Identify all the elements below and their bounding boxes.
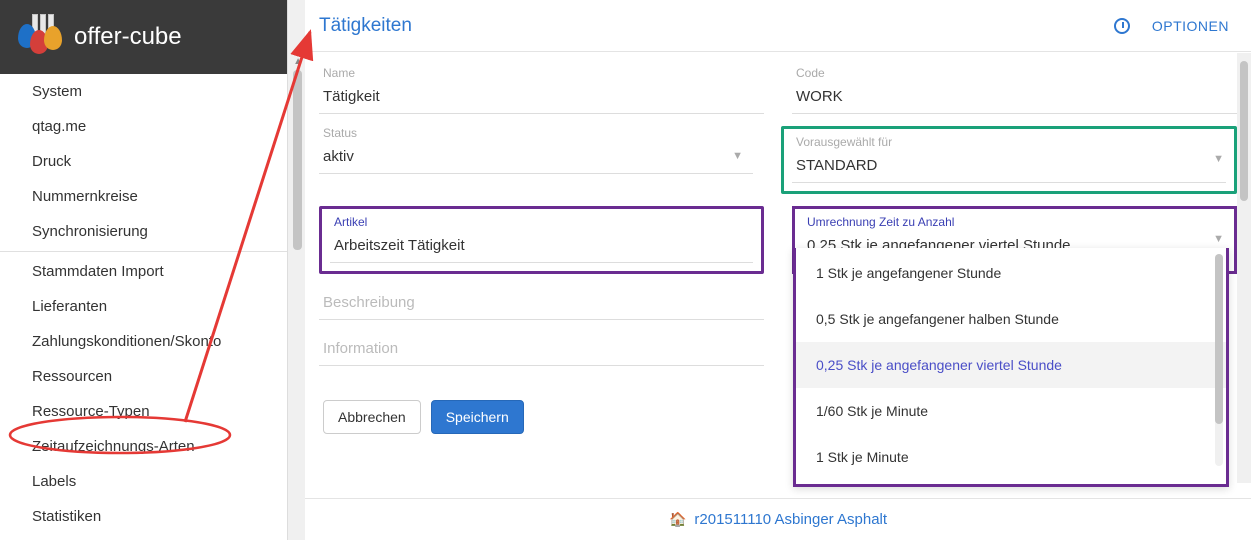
field-status: Status ▼ — [319, 126, 753, 194]
code-label: Code — [792, 66, 1237, 80]
dropdown-option[interactable]: 1/60 Stk je Minute — [796, 388, 1226, 434]
dropdown-option-label: 0,25 Stk je angefangener viertel Stunde — [816, 357, 1062, 373]
clock-icon[interactable] — [1114, 18, 1130, 34]
footer-bar[interactable]: 🏠 r201511110 Asbinger Asphalt — [305, 498, 1251, 540]
name-label: Name — [319, 66, 764, 80]
sidebar-divider — [0, 251, 287, 252]
sidebar-item-label: Nummernkreise — [32, 188, 138, 205]
form-area: Name Code Status ▼ Vorausgewählt für — [305, 52, 1251, 498]
preselect-label: Vorausgewählt für — [792, 135, 1226, 149]
sidebar-item-synchronisierung[interactable]: Synchronisierung — [0, 214, 287, 249]
sidebar-item-qtag[interactable]: qtag.me — [0, 109, 287, 144]
sidebar-item-system[interactable]: System — [0, 74, 287, 109]
main-header: Tätigkeiten OPTIONEN — [305, 0, 1251, 52]
app-header: offer-cube — [0, 0, 287, 74]
sidebar: offer-cube System qtag.me Druck Nummernk… — [0, 0, 288, 540]
field-article: Artikel — [319, 206, 764, 274]
description-input[interactable] — [319, 290, 764, 320]
name-input[interactable] — [319, 84, 764, 114]
sidebar-item-stammdaten[interactable]: Stammdaten Import — [0, 254, 287, 289]
options-button[interactable]: OPTIONEN — [1152, 18, 1229, 34]
sidebar-item-label: Labels — [32, 473, 76, 490]
sidebar-item-label: Zeitaufzeichnungs-Arten — [32, 438, 195, 455]
field-preselect: Vorausgewählt für ▼ — [781, 126, 1237, 194]
dropdown-option-label: 1 Stk je angefangener Stunde — [816, 265, 1001, 281]
sidebar-item-label: Druck — [32, 153, 71, 170]
footer-text: r201511110 Asbinger Asphalt — [694, 511, 887, 528]
sidebar-item-label: Statistiken — [32, 508, 101, 525]
status-select[interactable] — [319, 144, 753, 174]
sidebar-item-label: Synchronisierung — [32, 223, 148, 240]
conversion-dropdown[interactable]: 1 Stk je angefangener Stunde 0,5 Stk je … — [793, 248, 1229, 487]
preselect-select[interactable] — [792, 153, 1226, 183]
sidebar-item-ressource-typen[interactable]: Ressource-Typen — [0, 394, 287, 429]
sidebar-item-nummernkreise[interactable]: Nummernkreise — [0, 179, 287, 214]
dropdown-option[interactable]: 1 Stk je Minute — [796, 434, 1226, 480]
sidebar-list[interactable]: System qtag.me Druck Nummernkreise Synch… — [0, 74, 287, 540]
main-panel: Tätigkeiten OPTIONEN Name Code — [305, 0, 1251, 540]
main-scrollbar[interactable] — [1237, 53, 1251, 483]
field-description — [319, 290, 764, 320]
dropdown-option-selected[interactable]: 0,25 Stk je angefangener viertel Stunde — [796, 342, 1226, 388]
status-label: Status — [319, 126, 753, 140]
save-button[interactable]: Speichern — [431, 400, 524, 434]
page-title: Tätigkeiten — [319, 15, 412, 37]
conversion-label: Umrechnung Zeit zu Anzahl — [803, 215, 1226, 229]
sidebar-item-statistiken[interactable]: Statistiken — [0, 499, 287, 534]
sidebar-item-ressourcen[interactable]: Ressourcen — [0, 359, 287, 394]
sidebar-item-label: Stammdaten Import — [32, 263, 164, 280]
app-logo — [18, 14, 64, 60]
app-name: offer-cube — [74, 23, 182, 51]
mid-gutter-scrollbar[interactable] — [288, 0, 305, 540]
home-icon: 🏠 — [669, 511, 686, 528]
code-input[interactable] — [792, 84, 1237, 114]
dropdown-option-label: 1/60 Stk je Minute — [816, 403, 928, 419]
article-input[interactable] — [330, 233, 753, 263]
cancel-button[interactable]: Abbrechen — [323, 400, 421, 434]
sidebar-item-label: Zahlungskonditionen/Skonto — [32, 333, 221, 350]
information-input[interactable] — [319, 336, 764, 366]
field-information — [319, 336, 764, 366]
sidebar-item-label: qtag.me — [32, 118, 86, 135]
article-label: Artikel — [330, 215, 753, 229]
dropdown-scrollbar-thumb[interactable] — [1215, 254, 1223, 424]
dropdown-option[interactable]: 1 Stk je angefangener Stunde — [796, 250, 1226, 296]
dropdown-option[interactable]: 0,5 Stk je angefangener halben Stunde — [796, 296, 1226, 342]
sidebar-item-label: Ressource-Typen — [32, 403, 150, 420]
dropdown-option-label: 0,5 Stk je angefangener halben Stunde — [816, 311, 1059, 327]
sidebar-item-lieferanten[interactable]: Lieferanten — [0, 289, 287, 324]
sidebar-item-label: Ressourcen — [32, 368, 112, 385]
sidebar-item-zahlungskonditionen[interactable]: Zahlungskonditionen/Skonto — [0, 324, 287, 359]
sidebar-item-labels[interactable]: Labels — [0, 464, 287, 499]
field-name: Name — [319, 66, 764, 114]
field-code: Code — [792, 66, 1237, 114]
sidebar-item-label: Lieferanten — [32, 298, 107, 315]
sidebar-item-zeitaufzeichnungs-arten[interactable]: Zeitaufzeichnungs-Arten — [0, 429, 287, 464]
sidebar-item-druck[interactable]: Druck — [0, 144, 287, 179]
dropdown-option-label: 1 Stk je Minute — [816, 449, 909, 465]
sidebar-item-label: System — [32, 83, 82, 100]
